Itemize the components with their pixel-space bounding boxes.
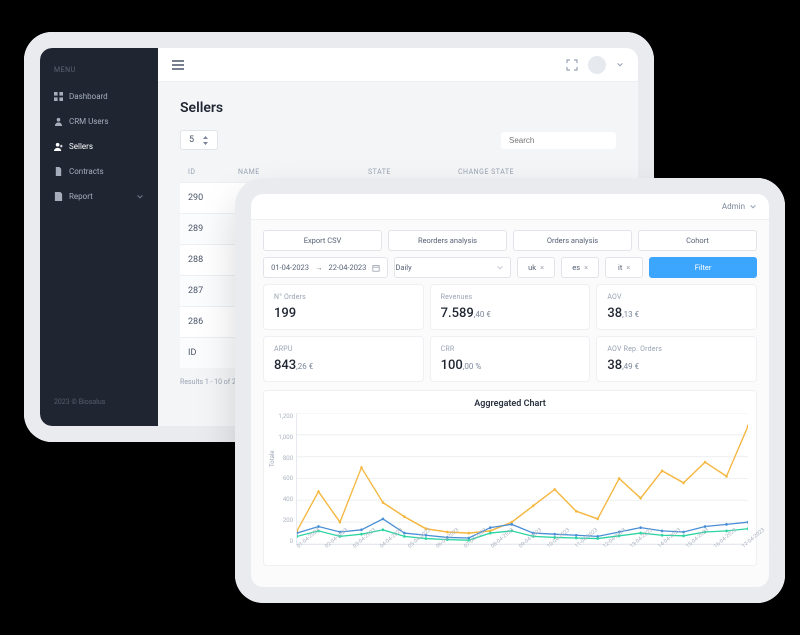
document-icon bbox=[54, 167, 63, 176]
sidebar-item-label: CRM Users bbox=[69, 117, 109, 126]
sidebar-item-dashboard[interactable]: Dashboard bbox=[40, 84, 158, 109]
chart-title: Aggregated Chart bbox=[272, 399, 748, 409]
x-axis-ticks: 01-04-202302-04-202303-04-202304-04-2023… bbox=[296, 545, 748, 563]
kpi-aov-rep: AOV Rep. Orders 38,49 € bbox=[596, 336, 757, 382]
topbar bbox=[158, 48, 638, 82]
kpi-value: 7.589 bbox=[441, 306, 474, 321]
kpi-label: Revenues bbox=[441, 293, 580, 301]
kpi-label: ARPU bbox=[274, 345, 413, 353]
aggregated-chart-card: Aggregated Chart Totale 1,2001,000800600… bbox=[263, 390, 757, 566]
date-to: 22-04-2023 bbox=[328, 263, 366, 272]
col-name: NAME bbox=[238, 168, 368, 176]
kpi-label: N° Orders bbox=[274, 293, 413, 301]
dashboard-icon bbox=[54, 92, 63, 101]
lang-select-3[interactable]: it × bbox=[605, 257, 643, 278]
col-id: ID bbox=[188, 348, 238, 358]
page-title: Sellers bbox=[180, 100, 616, 116]
search-field[interactable] bbox=[509, 136, 619, 145]
cell-id: 288 bbox=[188, 255, 238, 265]
sidebar-item-sellers[interactable]: Sellers bbox=[40, 134, 158, 159]
calendar-icon bbox=[372, 264, 380, 272]
cell-id: 287 bbox=[188, 286, 238, 296]
col-state: STATE bbox=[368, 168, 458, 176]
sidebar-item-label: Dashboard bbox=[69, 92, 108, 101]
close-icon: × bbox=[626, 263, 630, 272]
kpi-revenues: Revenues 7.589,40 € bbox=[430, 284, 591, 330]
sort-icon bbox=[202, 136, 209, 145]
sidebar-copyright: 2023 © Biosalus bbox=[40, 388, 158, 416]
kpi-orders: N° Orders 199 bbox=[263, 284, 424, 330]
sidebar-item-label: Sellers bbox=[69, 142, 93, 151]
kpi-value: 100 bbox=[441, 358, 463, 373]
kpi-label: AOV Rep. Orders bbox=[607, 345, 746, 353]
sidebar: MENU Dashboard CRM Users bbox=[40, 48, 158, 426]
cohort-button[interactable]: Cohort bbox=[638, 230, 757, 251]
reorders-analysis-button[interactable]: Reorders analysis bbox=[388, 230, 507, 251]
y-axis-ticks: 1,2001,0008006004002000 bbox=[272, 413, 296, 545]
kpi-label: AOV bbox=[607, 293, 746, 301]
lang-select-1[interactable]: uk × bbox=[517, 257, 555, 278]
chevron-down-icon[interactable] bbox=[616, 61, 624, 69]
col-id: ID bbox=[188, 168, 238, 176]
frequency-value: Daily bbox=[395, 263, 411, 272]
close-icon: × bbox=[584, 263, 588, 272]
seller-icon bbox=[54, 142, 63, 151]
sidebar-menu-label: MENU bbox=[40, 66, 158, 84]
kpi-value: 843 bbox=[274, 358, 296, 373]
chart-plot[interactable] bbox=[296, 413, 748, 545]
kpi-label: CRR bbox=[441, 345, 580, 353]
chevron-down-icon bbox=[496, 264, 510, 272]
page-size-select[interactable]: 5 bbox=[180, 130, 218, 150]
kpi-grid: N° Orders 199 Revenues 7.589,40 € AOV 38… bbox=[263, 284, 757, 382]
user-label[interactable]: Admin bbox=[722, 202, 745, 211]
sidebar-item-report[interactable]: Report bbox=[40, 184, 158, 209]
col-change-state: CHANGE STATE bbox=[458, 168, 608, 176]
kpi-aov: AOV 38,13 € bbox=[596, 284, 757, 330]
sidebar-item-crm-users[interactable]: CRM Users bbox=[40, 109, 158, 134]
search-input[interactable] bbox=[501, 132, 616, 149]
cell-id: 289 bbox=[188, 224, 238, 234]
avatar[interactable] bbox=[588, 56, 606, 74]
kpi-value: 38 bbox=[607, 306, 622, 321]
fullscreen-icon[interactable] bbox=[566, 59, 578, 71]
date-range-select[interactable]: 01-04-2023 → 22-04-2023 bbox=[263, 257, 388, 278]
sidebar-item-label: Contracts bbox=[69, 167, 104, 176]
filter-button[interactable]: Filter bbox=[649, 257, 757, 278]
kpi-value: 199 bbox=[274, 306, 296, 321]
export-csv-button[interactable]: Export CSV bbox=[263, 230, 382, 251]
users-icon bbox=[54, 117, 63, 126]
chevron-down-icon bbox=[136, 193, 144, 201]
kpi-arpu: ARPU 843,26 € bbox=[263, 336, 424, 382]
sidebar-item-contracts[interactable]: Contracts bbox=[40, 159, 158, 184]
sidebar-item-label: Report bbox=[69, 192, 93, 201]
page-size-value: 5 bbox=[189, 135, 194, 145]
report-icon bbox=[54, 192, 63, 201]
cell-id: 290 bbox=[188, 193, 238, 203]
lang-select-2[interactable]: es × bbox=[561, 257, 599, 278]
orders-analysis-button[interactable]: Orders analysis bbox=[513, 230, 632, 251]
kpi-value: 38 bbox=[607, 358, 622, 373]
close-icon: × bbox=[540, 263, 544, 272]
chevron-down-icon[interactable] bbox=[749, 203, 757, 211]
frequency-select[interactable]: Daily bbox=[394, 257, 511, 278]
kpi-crr: CRR 100,00 % bbox=[430, 336, 591, 382]
tablet-analytics: Admin Export CSV Reorders analysis Order… bbox=[235, 178, 785, 603]
cell-id: 286 bbox=[188, 317, 238, 327]
date-from: 01-04-2023 bbox=[271, 263, 309, 272]
hamburger-icon[interactable] bbox=[172, 60, 184, 70]
analytics-topbar: Admin bbox=[251, 194, 769, 220]
